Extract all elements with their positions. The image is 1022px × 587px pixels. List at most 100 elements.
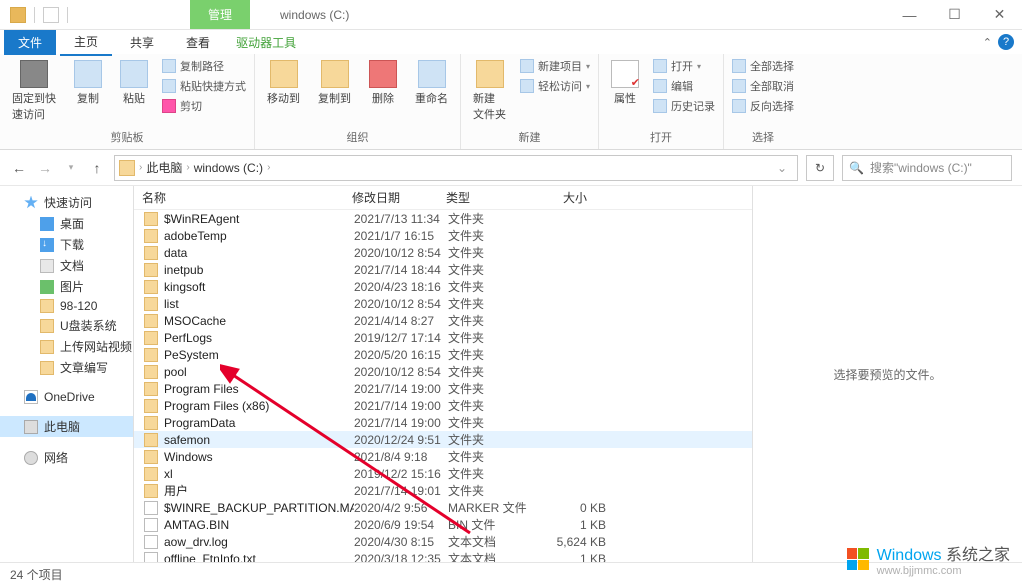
new-item-button[interactable]: 新建项目 ▾ — [520, 58, 590, 74]
search-input[interactable]: 🔍 搜索"windows (C:)" — [842, 155, 1012, 181]
file-name: data — [164, 246, 354, 260]
tab-home[interactable]: 主页 — [60, 29, 112, 56]
chevron-right-icon[interactable]: › — [139, 162, 142, 173]
move-to-button[interactable]: 移动到 — [263, 58, 304, 108]
file-row[interactable]: PeSystem2020/5/20 16:15文件夹 — [134, 346, 752, 363]
file-row[interactable]: Windows2021/8/4 9:18文件夹 — [134, 448, 752, 465]
file-row[interactable]: list2020/10/12 8:54文件夹 — [134, 295, 752, 312]
rename-button[interactable]: 重命名 — [411, 58, 452, 108]
forward-button[interactable]: → — [36, 159, 54, 177]
copy-path-button[interactable]: 复制路径 — [162, 58, 246, 74]
qat-icon[interactable] — [43, 7, 59, 23]
col-date[interactable]: 修改日期 — [344, 189, 438, 206]
address-bar[interactable]: › 此电脑 › windows (C:) › ⌄ — [114, 155, 798, 181]
invert-selection-button[interactable]: 反向选择 — [732, 98, 794, 114]
file-row[interactable]: adobeTemp2021/1/7 16:15文件夹 — [134, 227, 752, 244]
new-folder-button[interactable]: 新建 文件夹 — [469, 58, 510, 124]
up-button[interactable]: ↑ — [88, 159, 106, 177]
paste-button[interactable]: 粘贴 — [116, 58, 152, 108]
file-row[interactable]: xl2019/12/2 15:16文件夹 — [134, 465, 752, 482]
col-name[interactable]: 名称 — [134, 189, 344, 206]
file-row[interactable]: 用户2021/7/14 19:01文件夹 — [134, 482, 752, 499]
nav-desktop[interactable]: 桌面 — [0, 213, 133, 234]
manage-tab[interactable]: 管理 — [190, 0, 250, 29]
nav-folder-3[interactable]: 上传网站视频 — [0, 336, 133, 357]
file-icon — [144, 501, 158, 515]
file-row[interactable]: data2020/10/12 8:54文件夹 — [134, 244, 752, 261]
history-dropdown-icon[interactable]: ▾ — [62, 159, 80, 177]
tab-view[interactable]: 查看 — [172, 30, 224, 55]
delete-button[interactable]: 删除 — [365, 58, 401, 108]
nav-documents[interactable]: 文档 — [0, 255, 133, 276]
nav-onedrive[interactable]: OneDrive — [0, 388, 133, 406]
label: 打开 — [671, 58, 693, 74]
file-row[interactable]: offline_FtnInfo.txt2020/3/18 12:35文本文档1 … — [134, 550, 752, 562]
file-size: 5,624 KB — [546, 535, 606, 549]
history-button[interactable]: 历史记录 — [653, 98, 715, 114]
tab-file[interactable]: 文件 — [4, 30, 56, 55]
file-date: 2021/7/14 18:44 — [354, 263, 448, 277]
properties-button[interactable]: ✔属性 — [607, 58, 643, 108]
watermark-url: www.bjjmmc.com — [877, 565, 1010, 577]
file-row[interactable]: inetpub2021/7/14 18:44文件夹 — [134, 261, 752, 278]
file-row[interactable]: $WinREAgent2021/7/13 11:34文件夹 — [134, 210, 752, 227]
select-all-button[interactable]: 全部选择 — [732, 58, 794, 74]
collapse-ribbon-icon[interactable]: ⌃ — [983, 36, 992, 49]
col-type[interactable]: 类型 — [438, 189, 536, 206]
file-row[interactable]: AMTAG.BIN2020/6/9 19:54BIN 文件1 KB — [134, 516, 752, 533]
pin-to-quick-access-button[interactable]: 固定到快 速访问 — [8, 58, 60, 124]
easy-access-button[interactable]: 轻松访问 ▾ — [520, 78, 590, 94]
breadcrumb-this-pc[interactable]: 此电脑 — [146, 159, 182, 176]
nav-pictures[interactable]: 图片 — [0, 276, 133, 297]
close-button[interactable]: ✕ — [977, 0, 1022, 30]
file-row[interactable]: Program Files (x86)2021/7/14 19:00文件夹 — [134, 397, 752, 414]
file-row[interactable]: ProgramData2021/7/14 19:00文件夹 — [134, 414, 752, 431]
file-name: PerfLogs — [164, 331, 354, 345]
maximize-button[interactable]: ☐ — [932, 0, 977, 30]
tab-drive-tools[interactable]: 驱动器工具 — [228, 30, 304, 55]
minimize-button[interactable]: — — [887, 0, 932, 30]
nav-downloads[interactable]: 下载 — [0, 234, 133, 255]
file-row[interactable]: pool2020/10/12 8:54文件夹 — [134, 363, 752, 380]
col-size[interactable]: 大小 — [536, 189, 596, 206]
file-type: 文件夹 — [448, 346, 546, 363]
chevron-right-icon[interactable]: › — [267, 162, 270, 173]
file-date: 2021/7/13 11:34 — [354, 212, 448, 226]
nav-this-pc[interactable]: 此电脑 — [0, 416, 133, 437]
address-dropdown-icon[interactable]: ⌄ — [771, 161, 793, 175]
file-type: 文件夹 — [448, 261, 546, 278]
nav-quick-access[interactable]: 快速访问 — [0, 192, 133, 213]
file-row[interactable]: safemon2020/12/24 9:51文件夹 — [134, 431, 752, 448]
open-button[interactable]: 打开 ▾ — [653, 58, 715, 74]
nav-folder-4[interactable]: 文章编写 — [0, 357, 133, 378]
file-row[interactable]: MSOCache2021/4/14 8:27文件夹 — [134, 312, 752, 329]
file-row[interactable]: Program Files2021/7/14 19:00文件夹 — [134, 380, 752, 397]
folder-icon — [144, 382, 158, 396]
file-date: 2021/7/14 19:00 — [354, 416, 448, 430]
ribbon-group-open: ✔属性 打开 ▾ 编辑 历史记录 打开 — [599, 54, 724, 149]
file-row[interactable]: $WINRE_BACKUP_PARTITION.MARKER2020/4/2 9… — [134, 499, 752, 516]
file-row[interactable]: kingsoft2020/4/23 18:16文件夹 — [134, 278, 752, 295]
chevron-right-icon[interactable]: › — [186, 162, 189, 173]
breadcrumb-drive-c[interactable]: windows (C:) — [194, 161, 263, 175]
copy-to-button[interactable]: 复制到 — [314, 58, 355, 108]
select-none-button[interactable]: 全部取消 — [732, 78, 794, 94]
file-row[interactable]: PerfLogs2019/12/7 17:14文件夹 — [134, 329, 752, 346]
group-label: 新建 — [469, 127, 590, 147]
refresh-button[interactable]: ↻ — [806, 155, 834, 181]
back-button[interactable]: ← — [10, 159, 28, 177]
title-bar: 管理 windows (C:) — ☐ ✕ — [0, 0, 1022, 30]
nav-folder-1[interactable]: 98-120 — [0, 297, 133, 315]
cut-button[interactable]: 剪切 — [162, 98, 246, 114]
file-type: 文件夹 — [448, 482, 546, 499]
copy-button[interactable]: 复制 — [70, 58, 106, 108]
nav-network[interactable]: 网络 — [0, 447, 133, 468]
file-row[interactable]: aow_drv.log2020/4/30 8:15文本文档5,624 KB — [134, 533, 752, 550]
drive-icon — [119, 160, 135, 176]
nav-folder-2[interactable]: U盘装系统 — [0, 315, 133, 336]
tab-share[interactable]: 共享 — [116, 30, 168, 55]
label: 属性 — [614, 90, 636, 106]
edit-button[interactable]: 编辑 — [653, 78, 715, 94]
help-icon[interactable]: ? — [998, 34, 1014, 50]
paste-shortcut-button[interactable]: 粘贴快捷方式 — [162, 78, 246, 94]
